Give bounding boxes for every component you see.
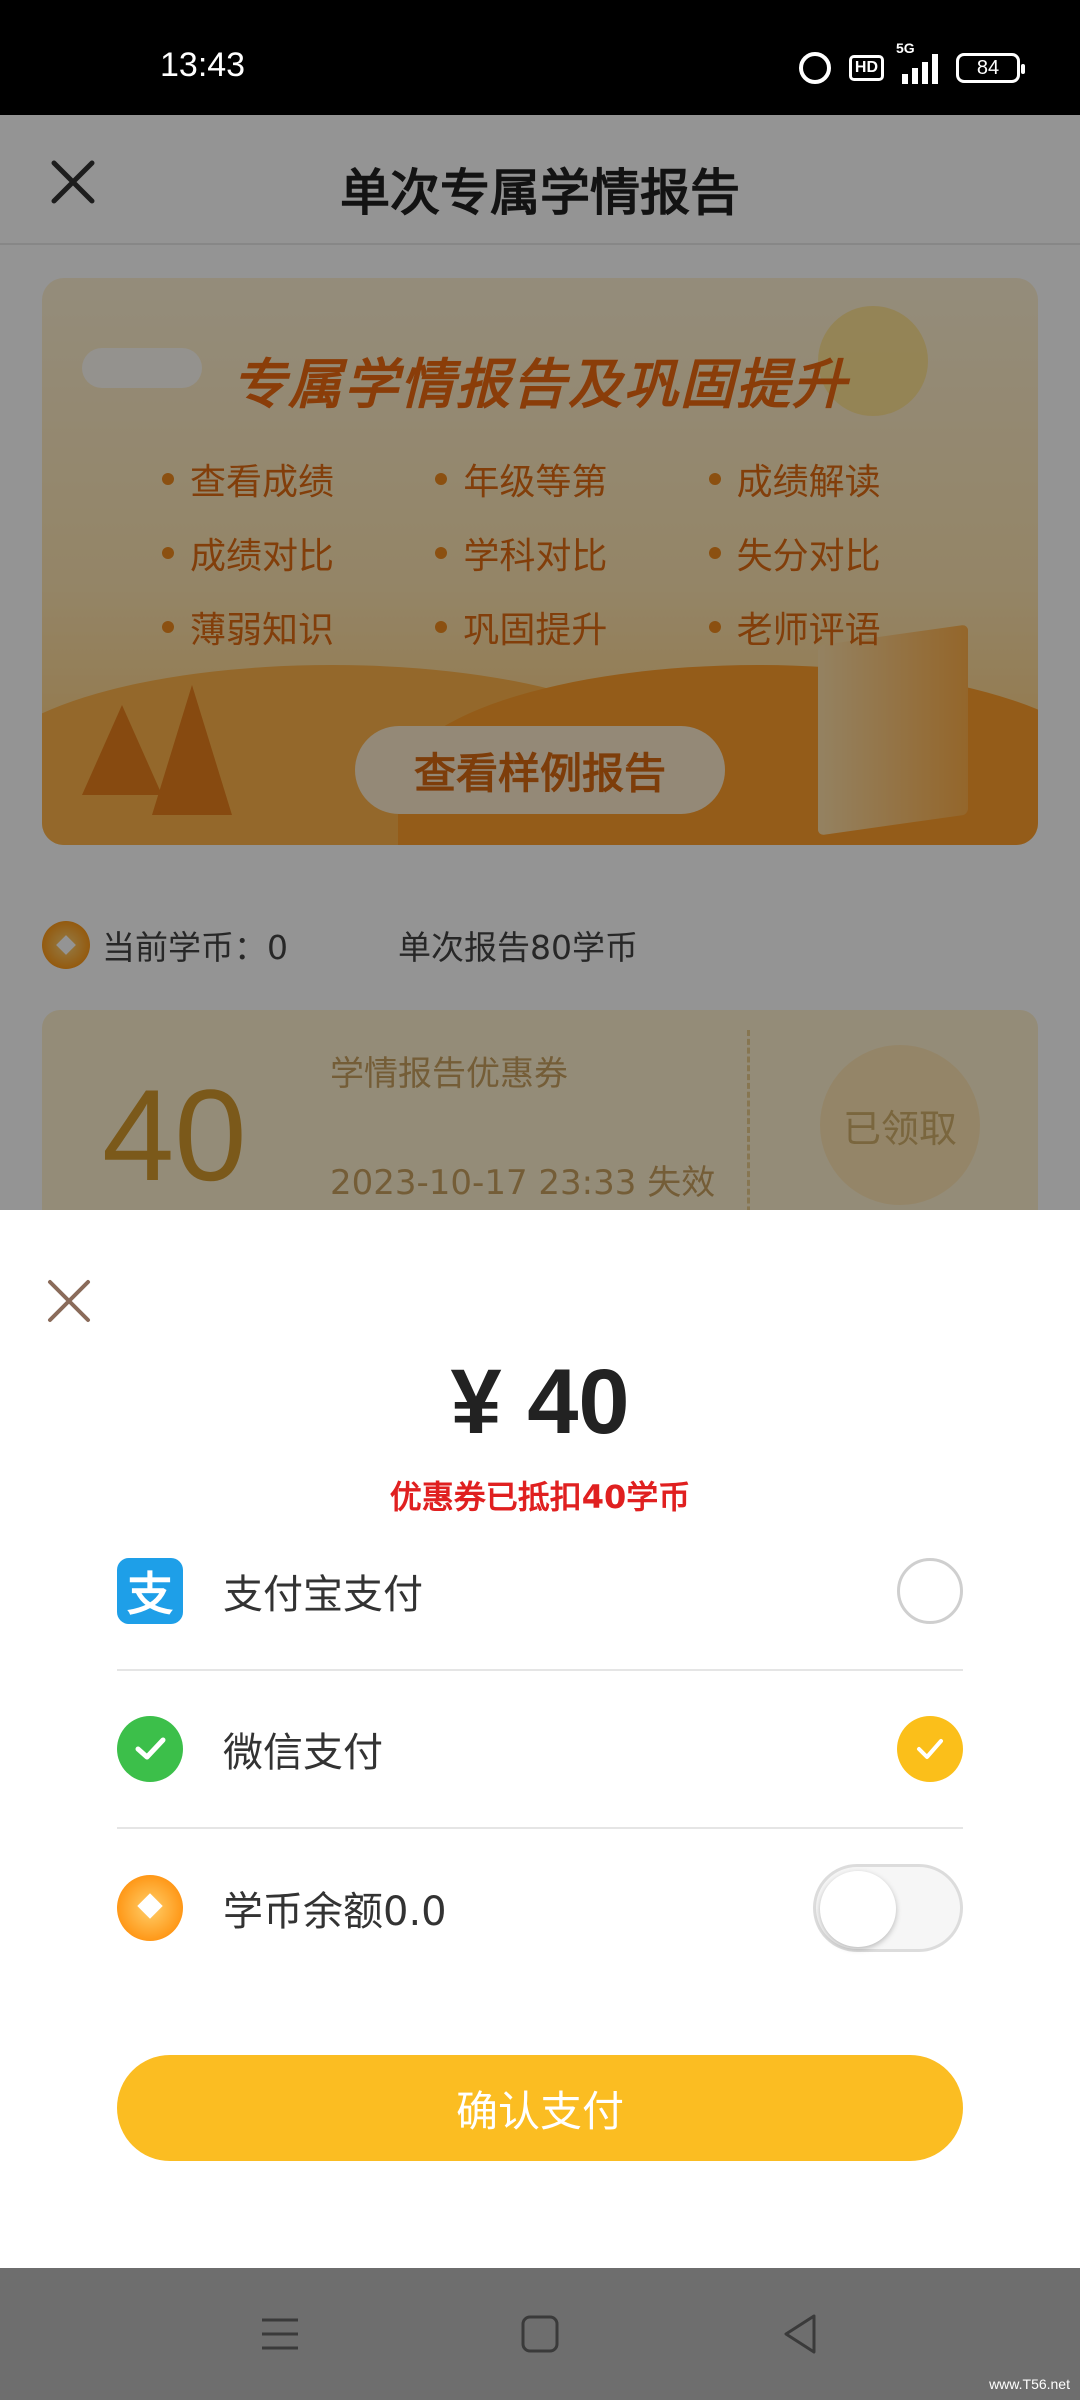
payment-amount: ¥ 40	[450, 1351, 630, 1453]
coin-balance-label: 学币余额0.0	[223, 1889, 447, 1935]
status-bar: 13:43 HD 5G 84	[0, 0, 1080, 115]
coin-balance-row: 学币余额0.0	[117, 1829, 963, 1987]
network-type: 5G	[896, 40, 915, 56]
pay-option-alipay[interactable]: 支 支付宝支付	[117, 1513, 963, 1671]
hd-icon: HD	[848, 55, 884, 81]
radio-unchecked[interactable]	[897, 1558, 963, 1624]
signal-icon: 5G	[896, 40, 938, 84]
battery-level: 84	[976, 56, 1000, 79]
payment-sheet: ¥ 40 优惠券已抵扣40学币 支 支付宝支付 微信支付 学币余额0.0 确认支…	[0, 1210, 1080, 2268]
home-icon[interactable]	[512, 2306, 568, 2362]
menu-icon[interactable]	[252, 2306, 308, 2362]
modal-overlay[interactable]	[0, 115, 1080, 1210]
pay-option-label: 支付宝支付	[223, 1572, 423, 1618]
pay-option-wechat[interactable]: 微信支付	[117, 1671, 963, 1829]
coin-icon	[117, 1875, 183, 1941]
battery-icon: 84	[956, 53, 1025, 83]
status-time: 13:43	[160, 46, 246, 84]
check-icon	[917, 1739, 943, 1759]
radio-checked[interactable]	[897, 1716, 963, 1782]
pay-option-label: 微信支付	[223, 1730, 383, 1776]
watermark: www.T56.net	[989, 2376, 1070, 2392]
discount-note: 优惠券已抵扣40学币	[389, 1478, 691, 1516]
toggle-knob	[820, 1871, 896, 1947]
wechat-pay-icon	[117, 1716, 183, 1782]
coin-balance-toggle[interactable]	[813, 1864, 963, 1952]
alarm-icon	[798, 52, 831, 84]
alipay-icon: 支	[117, 1558, 183, 1624]
back-icon[interactable]	[772, 2306, 828, 2362]
close-icon[interactable]	[44, 1276, 94, 1326]
confirm-pay-button[interactable]: 确认支付	[117, 2055, 963, 2161]
status-icons: HD 5G 84	[798, 40, 1025, 84]
nav-bar: www.T56.net	[0, 2268, 1080, 2400]
